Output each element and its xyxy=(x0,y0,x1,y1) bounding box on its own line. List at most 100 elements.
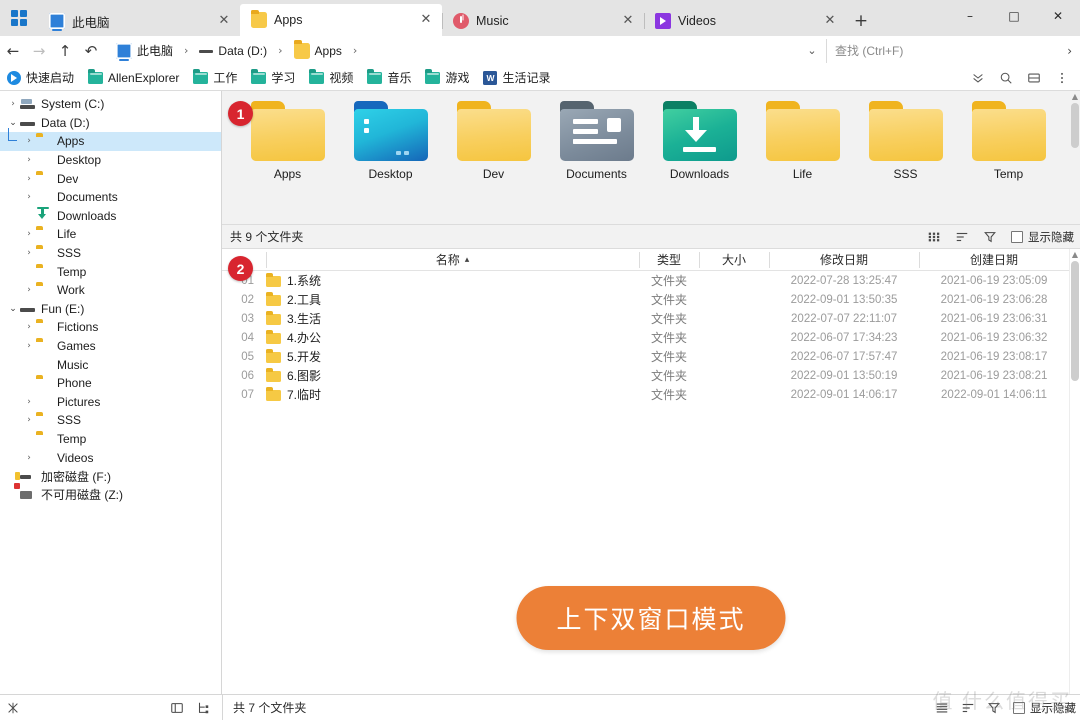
chevron-right-icon[interactable]: › xyxy=(22,155,36,165)
maximize-button[interactable]: □ xyxy=(992,0,1036,32)
breadcrumb-separator[interactable]: › xyxy=(353,44,357,57)
sidebar-item-videos[interactable]: › Videos xyxy=(0,448,221,467)
sidebar-item-games[interactable]: › Games xyxy=(0,337,221,356)
bookmark-video[interactable]: 视频 xyxy=(302,67,360,89)
chevron-down-icon[interactable]: ⌄ xyxy=(6,118,20,128)
breadcrumb-separator[interactable]: › xyxy=(278,44,282,57)
breadcrumb-this-pc[interactable]: 此电脑 › xyxy=(112,39,195,62)
scrollbar-thumb[interactable] xyxy=(1071,261,1079,381)
sidebar-item-work[interactable]: › Work xyxy=(0,281,221,300)
app-menu-button[interactable] xyxy=(0,0,38,36)
tab-close-button[interactable]: ✕ xyxy=(418,12,434,28)
column-header-modified[interactable]: 修改日期 xyxy=(769,249,919,271)
undo-button[interactable]: ↶ xyxy=(78,38,104,64)
sidebar-item-temp-d[interactable]: Temp xyxy=(0,262,221,281)
tab-apps[interactable]: Apps ✕ xyxy=(240,4,442,36)
dual-pane-mode-button[interactable]: 上下双窗口模式 xyxy=(516,586,786,650)
search-input[interactable]: 查找 (Ctrl+F) › xyxy=(826,38,1080,63)
table-row[interactable]: 03 3.生活 文件夹 2022-07-07 22:11:07 2021-06-… xyxy=(222,309,1080,328)
sidebar-item-music[interactable]: Music xyxy=(0,355,221,374)
scrollbar-thumb[interactable] xyxy=(1071,103,1079,148)
chevron-right-icon[interactable]: › xyxy=(1067,44,1072,58)
checkbox[interactable] xyxy=(1013,701,1025,714)
filter-icon[interactable] xyxy=(981,697,1007,719)
chevron-right-icon[interactable]: › xyxy=(22,136,36,146)
more-vertical-icon[interactable] xyxy=(1048,67,1076,89)
chevron-down-icon[interactable]: ⌄ xyxy=(6,304,20,314)
chevron-right-icon[interactable]: › xyxy=(22,322,36,332)
sidebar-item-documents[interactable]: › Documents xyxy=(0,188,221,207)
chevron-right-icon[interactable]: › xyxy=(22,453,36,463)
bookmark-life-record[interactable]: 生活记录 xyxy=(476,67,557,89)
split-view-icon[interactable] xyxy=(1020,67,1048,89)
bookmark-work[interactable]: 工作 xyxy=(186,67,244,89)
chevron-right-icon[interactable]: › xyxy=(22,397,36,407)
chevron-right-icon[interactable]: › xyxy=(22,285,36,295)
top-pane-icon-view[interactable]: Apps Desktop Dev Documents Downloads Lif… xyxy=(222,91,1080,224)
folder-item-dev[interactable]: Dev xyxy=(442,101,545,181)
bookmark-allenexplorer[interactable]: AllenExplorer xyxy=(81,67,186,89)
sidebar-item-downloads[interactable]: Downloads xyxy=(0,207,221,226)
bookmark-games[interactable]: 游戏 xyxy=(418,67,476,89)
filter-icon[interactable] xyxy=(977,226,1003,247)
tab-music[interactable]: Music ✕ xyxy=(442,6,644,36)
bookmark-quick-launch[interactable]: 快速启动 xyxy=(0,67,81,89)
bottom-pane-scrollbar[interactable]: ▲ xyxy=(1069,249,1080,694)
folder-item-temp[interactable]: Temp xyxy=(957,101,1060,181)
breadcrumb-apps[interactable]: Apps › xyxy=(290,40,365,62)
table-row[interactable]: 06 6.图影 文件夹 2022-09-01 13:50:19 2021-06-… xyxy=(222,366,1080,385)
folder-item-sss[interactable]: SSS xyxy=(854,101,957,181)
forward-button[interactable]: → xyxy=(26,38,52,64)
tab-close-button[interactable]: ✕ xyxy=(620,13,636,29)
up-button[interactable]: ↑ xyxy=(52,38,78,64)
top-pane-scrollbar[interactable]: ▲ xyxy=(1069,91,1080,224)
sidebar-item-pictures[interactable]: › Pictures xyxy=(0,393,221,412)
new-tab-button[interactable]: + xyxy=(846,6,876,36)
column-header-created[interactable]: 创建日期 xyxy=(919,249,1069,271)
sidebar-item-apps[interactable]: › Apps xyxy=(0,128,221,151)
table-row[interactable]: 07 7.临时 文件夹 2022-09-01 14:06:17 2022-09-… xyxy=(222,385,1080,404)
folder-item-life[interactable]: Life xyxy=(751,101,854,181)
show-hidden-toggle[interactable]: 显示隐藏 xyxy=(1007,700,1076,716)
sidebar-tree[interactable]: › System (C:) ⌄ Data (D:) › Apps › Deskt… xyxy=(0,91,222,694)
tab-this-pc[interactable]: 此电脑 ✕ xyxy=(38,6,240,36)
minimize-button[interactable]: – xyxy=(948,0,992,32)
sort-icon[interactable] xyxy=(949,226,975,247)
sidebar-item-sss-e[interactable]: › SSS xyxy=(0,411,221,430)
chevron-right-icon[interactable]: › xyxy=(22,415,36,425)
chevron-down-icon[interactable]: ⌄ xyxy=(798,44,826,57)
column-header-name[interactable]: 名称 ▴ xyxy=(266,249,639,271)
breadcrumb-separator[interactable]: › xyxy=(184,44,188,57)
table-row[interactable]: 05 5.开发 文件夹 2022-06-07 17:57:47 2021-06-… xyxy=(222,347,1080,366)
folder-item-desktop[interactable]: Desktop xyxy=(339,101,442,181)
close-button[interactable]: ✕ xyxy=(1036,0,1080,32)
table-row[interactable]: 02 2.工具 文件夹 2022-09-01 13:50:35 2021-06-… xyxy=(222,290,1080,309)
tree-icon[interactable] xyxy=(190,697,216,719)
folder-item-downloads[interactable]: Downloads xyxy=(648,101,751,181)
search-icon[interactable] xyxy=(992,67,1020,89)
column-header-type[interactable]: 类型 xyxy=(639,249,699,271)
sidebar-item-life[interactable]: › Life xyxy=(0,225,221,244)
bottom-pane-list-view[interactable]: 名称 ▴ 类型 大小 修改日期 创建日期 01 1.系统 文件夹 2022-07… xyxy=(222,249,1080,694)
sidebar-item-phone[interactable]: Phone xyxy=(0,374,221,393)
show-hidden-toggle[interactable]: 显示隐藏 xyxy=(1005,229,1074,245)
sidebar-item-unavailable-z[interactable]: 不可用磁盘 (Z:) xyxy=(0,485,221,504)
chevron-right-icon[interactable]: › xyxy=(22,174,36,184)
bookmark-music[interactable]: 音乐 xyxy=(360,67,418,89)
pin-icon[interactable] xyxy=(6,701,20,715)
tab-close-button[interactable]: ✕ xyxy=(216,13,232,29)
table-row[interactable]: 04 4.办公 文件夹 2022-06-07 17:34:23 2021-06-… xyxy=(222,328,1080,347)
tab-close-button[interactable]: ✕ xyxy=(822,13,838,29)
list-view-icon[interactable] xyxy=(929,697,955,719)
scroll-up-arrow-icon[interactable]: ▲ xyxy=(1072,250,1078,259)
back-button[interactable]: ← xyxy=(0,38,26,64)
sidebar-item-data-d[interactable]: ⌄ Data (D:) xyxy=(0,114,221,133)
table-row[interactable]: 01 1.系统 文件夹 2022-07-28 13:25:47 2021-06-… xyxy=(222,271,1080,290)
tab-videos[interactable]: Videos ✕ xyxy=(644,6,846,36)
breadcrumb-data-d[interactable]: Data (D:) › xyxy=(195,41,289,61)
sidebar-item-fictions[interactable]: › Fictions xyxy=(0,318,221,337)
grid-view-icon[interactable] xyxy=(921,226,947,247)
sidebar-item-sss-d[interactable]: › SSS xyxy=(0,244,221,263)
sidebar-item-encrypted-f[interactable]: 加密磁盘 (F:) xyxy=(0,467,221,486)
column-header-size[interactable]: 大小 xyxy=(699,249,769,271)
